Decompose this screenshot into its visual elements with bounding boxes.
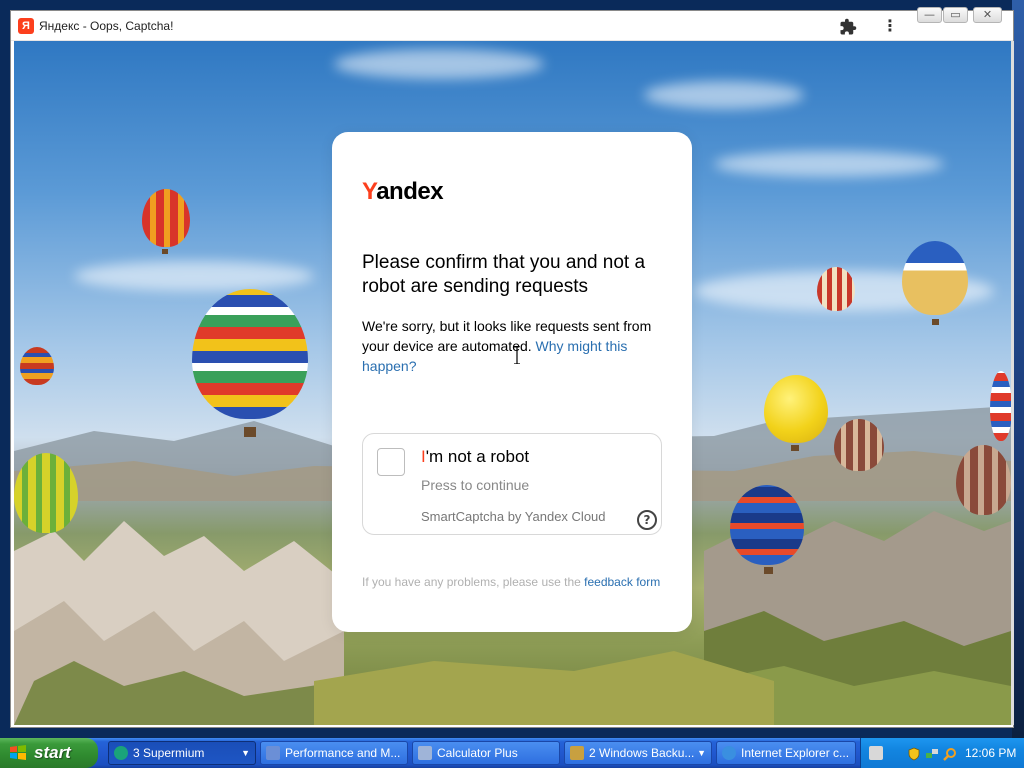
hot-air-balloon xyxy=(764,375,828,443)
hot-air-balloon xyxy=(730,485,804,565)
network-icon[interactable] xyxy=(925,746,939,760)
close-button[interactable]: ✕ xyxy=(973,7,1002,23)
hot-air-balloon xyxy=(990,371,1011,441)
hot-air-balloon xyxy=(20,347,54,385)
taskbar-item-performance[interactable]: Performance and M... xyxy=(260,741,408,765)
group-arrow-icon: ▼ xyxy=(241,748,250,758)
calculator-icon xyxy=(418,746,432,760)
taskbar-item-label: 2 Windows Backu... xyxy=(589,746,695,760)
group-arrow-icon: ▼ xyxy=(697,748,706,758)
windows-flag-icon xyxy=(10,745,26,760)
security-shield-icon[interactable] xyxy=(907,746,921,761)
hot-air-balloon xyxy=(192,289,308,419)
browser-menu-icon[interactable]: ⋮ xyxy=(882,17,898,37)
title-bar: Я Яндекс - Oops, Captcha! ⋮ — ▭ ✕ xyxy=(11,7,1013,41)
not-robot-label[interactable]: I'm not a robot xyxy=(421,447,529,467)
system-tray: 12:06 PM xyxy=(860,738,1024,768)
hot-air-balloon xyxy=(902,241,968,315)
cloud xyxy=(714,151,944,177)
hot-air-balloon xyxy=(956,445,1011,515)
balloon-basket xyxy=(791,445,799,451)
smartcaptcha-widget[interactable]: I'm not a robot Press to continue SmartC… xyxy=(362,433,662,535)
logo-letter: Y xyxy=(362,178,377,205)
taskbar-item-label: Performance and M... xyxy=(285,746,401,760)
keyboard-icon[interactable] xyxy=(869,746,883,760)
provider-text: SmartCaptcha by Yandex Cloud xyxy=(421,509,606,524)
clock[interactable]: 12:06 PM xyxy=(965,746,1016,760)
extensions-puzzle-icon[interactable] xyxy=(839,18,857,36)
minimize-button[interactable]: — xyxy=(917,7,942,23)
balloon-basket xyxy=(932,319,939,325)
taskbar-item-supermium[interactable]: 3 Supermium ▼ xyxy=(108,741,256,765)
backup-icon xyxy=(570,746,584,760)
page-heading: Please confirm that you and not a robot … xyxy=(362,252,646,297)
hot-air-balloon xyxy=(142,189,190,247)
captcha-description: We're sorry, but it looks like requests … xyxy=(362,316,662,376)
balloon-basket xyxy=(162,249,168,254)
taskbar-item-label: Calculator Plus xyxy=(437,746,518,760)
taskbar-item-label: Internet Explorer c... xyxy=(741,746,850,760)
taskbar-item-label: 3 Supermium xyxy=(133,746,205,760)
page-scrollbar[interactable] xyxy=(1011,41,1014,725)
hot-air-balloon xyxy=(834,419,884,471)
help-icon[interactable]: ? xyxy=(637,510,657,530)
yandex-logo: Yandex xyxy=(362,178,444,206)
taskbar: start 3 Supermium ▼ Performance and M...… xyxy=(0,738,1024,768)
captcha-card: Yandex Please confirm that you and not a… xyxy=(332,132,692,632)
text-cursor-icon xyxy=(514,346,520,364)
not-robot-checkbox[interactable] xyxy=(377,448,405,476)
cloud xyxy=(334,49,544,79)
cloud xyxy=(644,81,804,109)
taskbar-item-windows-backup[interactable]: 2 Windows Backu... ▼ xyxy=(564,741,712,765)
rock-formations-left xyxy=(14,521,344,725)
press-to-continue-text: Press to continue xyxy=(421,477,530,493)
taskbar-item-calculator[interactable]: Calculator Plus xyxy=(412,741,560,765)
cloud xyxy=(74,261,314,291)
supermium-icon xyxy=(114,746,128,760)
performance-icon xyxy=(266,746,280,760)
balloon-basket xyxy=(764,567,773,574)
maximize-button[interactable]: ▭ xyxy=(943,7,968,23)
hill-center xyxy=(314,651,774,725)
yandex-favicon-icon: Я xyxy=(18,18,34,34)
taskbar-item-internet-explorer[interactable]: Internet Explorer c... xyxy=(716,741,856,765)
feedback-text: If you have any problems, please use the xyxy=(362,575,581,589)
hot-air-balloon xyxy=(817,267,855,311)
hot-air-balloon xyxy=(14,453,78,533)
feedback-form-link[interactable]: feedback form xyxy=(584,575,660,589)
start-label: start xyxy=(34,743,71,762)
feedback-note: If you have any problems, please use the… xyxy=(362,575,660,589)
balloon-basket xyxy=(244,427,256,437)
search-icon[interactable] xyxy=(943,746,957,761)
start-button[interactable]: start xyxy=(0,738,98,768)
window-title: Яндекс - Oops, Captcha! xyxy=(39,19,174,33)
internet-explorer-icon xyxy=(722,746,736,760)
logo-rest: andex xyxy=(376,178,444,205)
label-rest: 'm not a robot xyxy=(425,447,530,466)
